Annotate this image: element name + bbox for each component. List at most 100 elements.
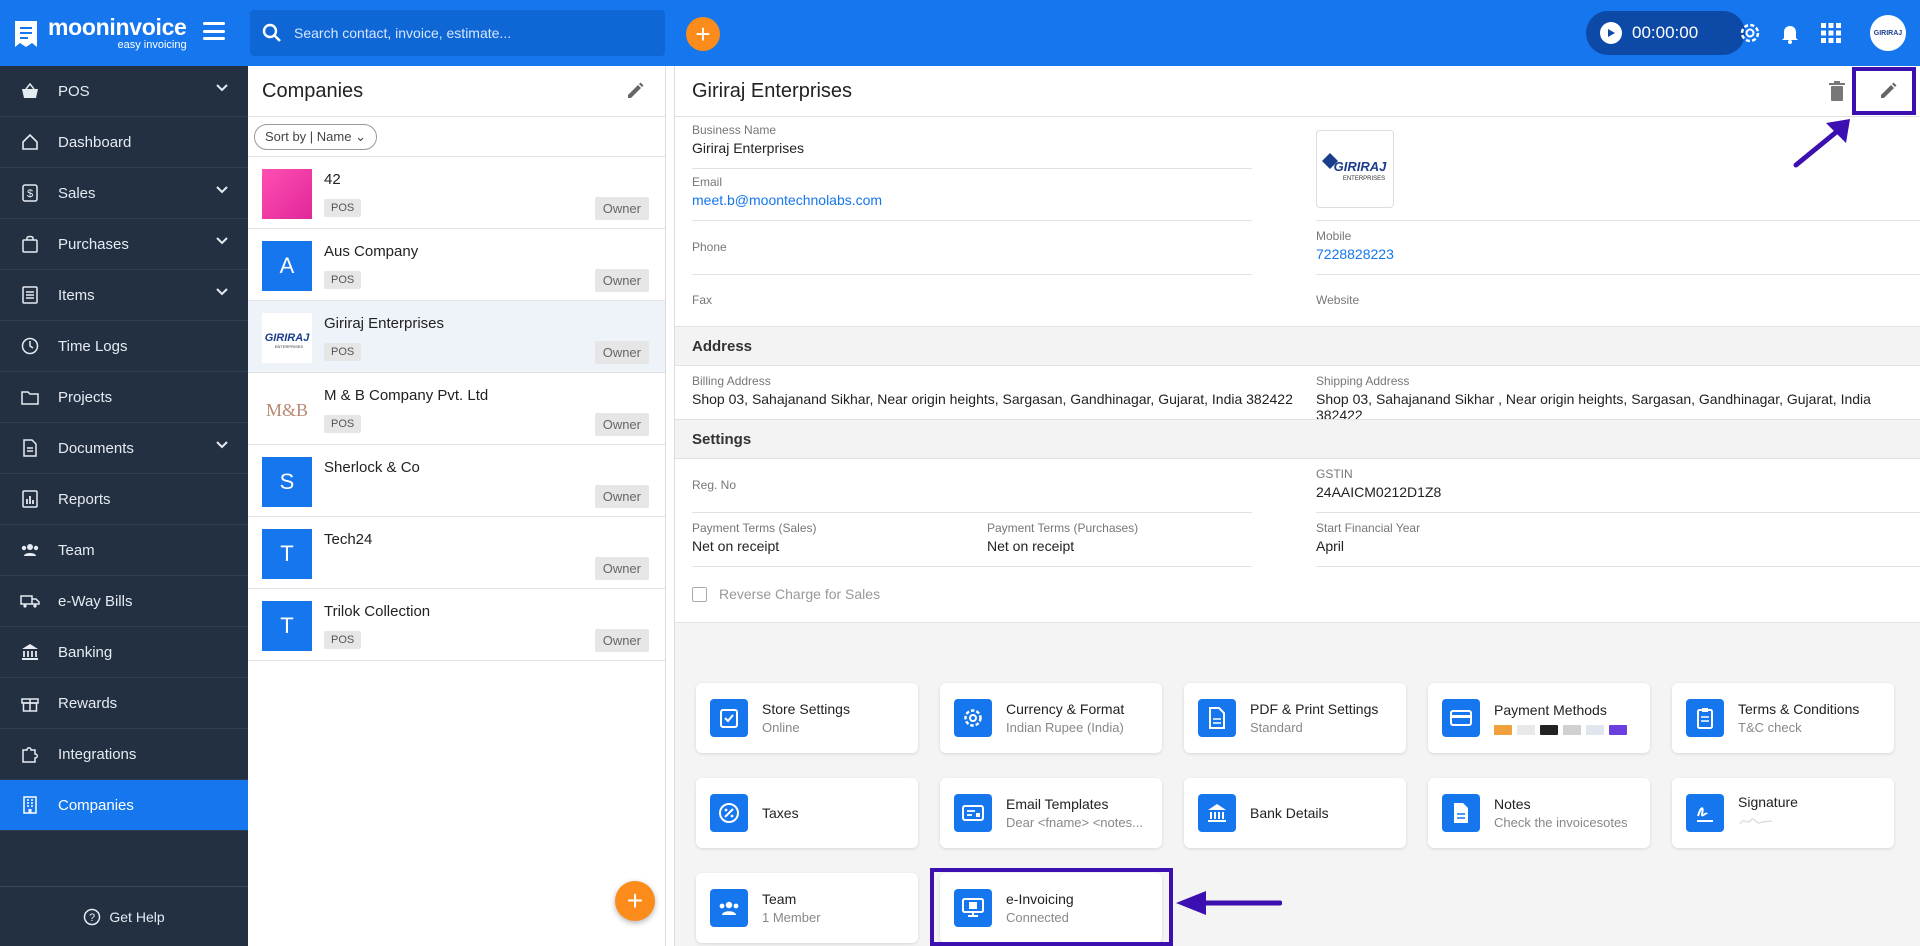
company-row[interactable]: GIRIRAJ ENTERPRISES Giriraj Enterprises P… (248, 301, 665, 373)
get-help-button[interactable]: ? Get Help (0, 886, 248, 946)
checkbox-box[interactable] (692, 586, 707, 602)
business-name-label: Business Name (692, 123, 777, 137)
chevron-down-icon[interactable] (216, 186, 228, 194)
card-subtitle: Dear <fname> <notes... (1006, 815, 1143, 830)
time-tracker[interactable]: 00:00:00 (1586, 11, 1745, 55)
sort-dropdown[interactable]: Sort by | Name ⌄ (254, 123, 377, 150)
sidebar-item-label: Team (58, 541, 95, 559)
search-input[interactable] (294, 25, 634, 41)
sidebar-item-integrations[interactable]: Integrations (0, 729, 248, 780)
company-row[interactable]: A Aus Company POS Owner (248, 229, 665, 301)
basket-icon (20, 81, 40, 101)
sidebar-item-dashboard[interactable]: Dashboard (0, 117, 248, 168)
pdf-print-settings-card[interactable]: PDF & Print Settings Standard (1184, 683, 1406, 753)
sidebar-item-reports[interactable]: Reports (0, 474, 248, 525)
quick-add-button[interactable]: + (686, 17, 720, 51)
sidebar-item-items[interactable]: Items (0, 270, 248, 321)
card-title: Signature (1738, 793, 1798, 810)
company-avatar (262, 169, 312, 219)
fax-field: Fax (692, 293, 712, 307)
svg-text:?: ? (89, 912, 95, 924)
owner-badge: Owner (594, 557, 649, 580)
email-value[interactable]: meet.b@moontechnolabs.com (692, 192, 882, 208)
reverse-charge-label: Reverse Charge for Sales (719, 586, 881, 602)
get-help-label: Get Help (109, 908, 165, 925)
pos-badge: POS (324, 631, 362, 649)
payment-methods-card[interactable]: Payment Methods (1428, 683, 1650, 753)
companies-header: Companies (248, 66, 665, 117)
sidebar-item-label: Documents (58, 439, 134, 457)
company-row[interactable]: T Tech24 Owner (248, 517, 665, 589)
currency-format-card[interactable]: Currency & Format Indian Rupee (India) (940, 683, 1162, 753)
payment-terms-sales-value: Net on receipt (692, 538, 780, 554)
home-icon (20, 132, 40, 152)
dollar-icon: $ (20, 183, 40, 203)
sidebar-item-banking[interactable]: Banking (0, 627, 248, 678)
email-templates-card[interactable]: Email Templates Dear <fname> <notes... (940, 778, 1162, 848)
sidebar-item-purchases[interactable]: Purchases (0, 219, 248, 270)
company-row[interactable]: 42 POS Owner (248, 157, 665, 229)
sidebar-item-eway-bills[interactable]: e-Way Bills (0, 576, 248, 627)
bell-icon[interactable] (1778, 21, 1802, 45)
gear-icon (954, 699, 992, 737)
store-settings-card[interactable]: Store Settings Online (696, 683, 918, 753)
taxes-card[interactable]: Taxes (696, 778, 918, 848)
mobile-value[interactable]: 7228828223 (1316, 246, 1394, 262)
credit-card-icon (1442, 699, 1480, 737)
email-template-icon (954, 794, 992, 832)
sidebar-item-sales[interactable]: $ Sales (0, 168, 248, 219)
app-logo[interactable]: mooninvoice easy invoicing (12, 16, 187, 51)
company-avatar: T (262, 529, 312, 579)
chevron-down-icon[interactable] (216, 84, 228, 92)
card-title: PDF & Print Settings (1250, 701, 1379, 717)
card-subtitle: Online (762, 720, 800, 735)
document-icon (20, 438, 40, 458)
sidebar-item-projects[interactable]: Projects (0, 372, 248, 423)
top-bar: mooninvoice easy invoicing + 00:00:00 GI… (0, 0, 1920, 66)
terms-conditions-card[interactable]: Terms & Conditions T&C check (1672, 683, 1894, 753)
sidebar-item-team[interactable]: Team (0, 525, 248, 576)
trash-icon[interactable] (1828, 80, 1846, 102)
sidebar-item-label: Sales (58, 184, 96, 202)
signature-icon (1686, 794, 1724, 832)
phone-label: Phone (692, 240, 727, 254)
company-row[interactable]: T Trilok Collection POS Owner (248, 589, 665, 661)
mobile-field: Mobile 7228828223 (1316, 229, 1394, 262)
sidebar-item-label: Purchases (58, 235, 129, 253)
card-title: Email Templates (1006, 796, 1109, 812)
phone-field: Phone (692, 240, 727, 254)
company-row[interactable]: S Sherlock & Co Owner (248, 445, 665, 517)
edit-pencil-icon[interactable] (625, 81, 645, 101)
play-icon[interactable] (1600, 22, 1622, 44)
chevron-down-icon[interactable] (216, 288, 228, 296)
sidebar-item-time-logs[interactable]: Time Logs (0, 321, 248, 372)
signature-card[interactable]: Signature (1672, 778, 1894, 848)
add-company-button[interactable]: + (615, 881, 655, 921)
company-detail-panel: Giriraj Enterprises Business Name Girira… (674, 66, 1920, 946)
search-bar[interactable] (250, 10, 665, 56)
sidebar-item-companies[interactable]: Companies (0, 780, 248, 831)
company-row[interactable]: M&B M & B Company Pvt. Ltd POS Owner (248, 373, 665, 445)
company-logo[interactable]: GIRIRAJ ENTERPRISES (1316, 130, 1394, 208)
team-card[interactable]: Team 1 Member (696, 873, 918, 943)
menu-toggle-icon[interactable] (203, 22, 225, 40)
pos-badge: POS (324, 415, 362, 433)
sidebar-item-rewards[interactable]: Rewards (0, 678, 248, 729)
apps-grid-icon[interactable] (1819, 21, 1843, 45)
sidebar-item-documents[interactable]: Documents (0, 423, 248, 474)
user-avatar[interactable]: GIRIRAJ (1870, 15, 1906, 51)
svg-text:ENTERPRISES: ENTERPRISES (1343, 176, 1385, 182)
chevron-down-icon[interactable] (216, 441, 228, 449)
sidebar-item-pos[interactable]: POS (0, 66, 248, 117)
settings-gear-icon[interactable] (1738, 21, 1762, 45)
reg-no-label: Reg. No (692, 478, 737, 492)
truck-icon (20, 591, 40, 611)
owner-badge: Owner (594, 629, 649, 652)
sidebar-item-label: POS (58, 82, 90, 100)
bank-details-card[interactable]: Bank Details (1184, 778, 1406, 848)
chevron-down-icon[interactable] (216, 237, 228, 245)
notes-card[interactable]: Notes Check the invoicesotes (1428, 778, 1650, 848)
svg-text:GIRIRAJ: GIRIRAJ (1334, 159, 1388, 174)
reverse-charge-checkbox[interactable]: Reverse Charge for Sales (692, 586, 880, 602)
puzzle-icon (20, 744, 40, 764)
